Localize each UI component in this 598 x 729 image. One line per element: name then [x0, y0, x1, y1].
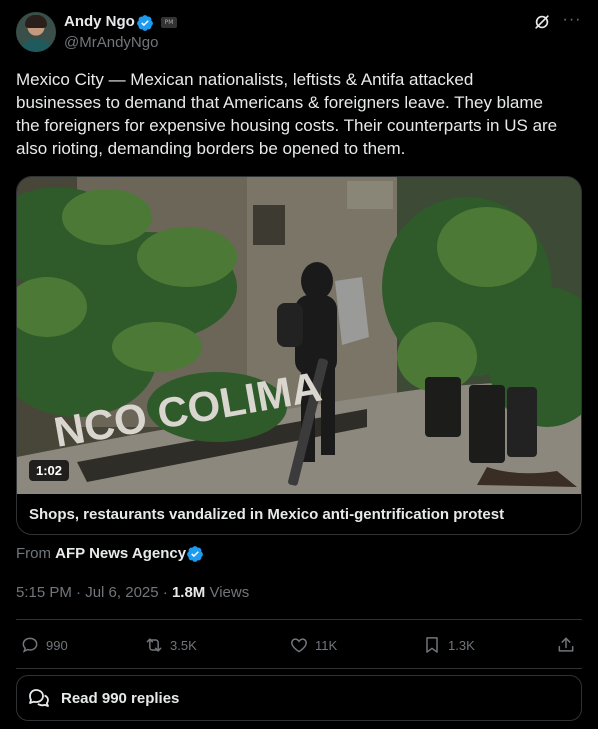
repost-icon — [146, 638, 162, 652]
more-icon[interactable]: ··· — [562, 12, 582, 32]
views-count: 1.8M — [171, 584, 206, 601]
read-replies-button[interactable]: Read 990 replies — [16, 675, 582, 721]
repost-count: 3.5K — [170, 637, 197, 653]
share-button[interactable] — [556, 635, 582, 655]
divider-bottom — [16, 668, 582, 669]
reply-button[interactable]: 990 — [20, 635, 68, 655]
source-line: From AFP News Agency — [16, 545, 186, 562]
video-card[interactable]: NCO COLIMA 1:02 Shops, restaurants vanda… — [16, 176, 582, 535]
bookmark-count: 1.3K — [448, 637, 475, 653]
author-handle[interactable]: @MrAndyNgo — [64, 34, 158, 51]
tweet-date[interactable]: Jul 6, 2025 — [85, 584, 158, 601]
source-verified-icon — [187, 546, 203, 562]
divider-top — [16, 619, 582, 620]
verified-icon — [137, 15, 153, 31]
source-prefix: From — [16, 545, 51, 562]
avatar[interactable] — [16, 12, 56, 52]
bookmark-icon — [426, 637, 438, 653]
meta-separator: · — [71, 584, 86, 601]
source-name[interactable]: AFP News Agency — [55, 545, 186, 562]
tweet-text: Mexico City — Mexican nationalists, left… — [16, 70, 558, 158]
repost-button[interactable]: 3.5K — [144, 635, 197, 655]
tweet-header: Andy Ngo PM @MrAndyNgo ··· — [16, 12, 582, 56]
tweet-time[interactable]: 5:15 PM — [16, 584, 72, 601]
like-button[interactable]: 11K — [289, 635, 337, 655]
views-label: Views — [209, 584, 250, 601]
grok-icon[interactable] — [532, 12, 552, 32]
card-title[interactable]: Shops, restaurants vandalized in Mexico … — [29, 506, 504, 523]
author-name[interactable]: Andy Ngo — [64, 13, 135, 30]
affiliate-badge: PM — [161, 17, 177, 28]
tweet-meta: 5:15 PM · Jul 6, 2025 · 1.8M Views — [16, 584, 249, 601]
action-bar: 990 3.5K 11K 1.3K — [16, 622, 582, 668]
conversation-icon — [29, 689, 49, 707]
video-duration: 1:02 — [29, 460, 70, 481]
reply-icon — [22, 637, 38, 653]
share-icon — [558, 637, 574, 652]
video-player[interactable]: NCO COLIMA — [17, 177, 581, 494]
read-replies-label: Read 990 replies — [61, 689, 180, 707]
meta-separator-2: · — [158, 584, 172, 601]
reply-count: 990 — [46, 637, 68, 653]
video-thumbnail: NCO COLIMA — [17, 177, 581, 494]
like-icon — [291, 638, 307, 653]
like-count: 11K — [315, 637, 338, 653]
bookmark-button[interactable]: 1.3K — [422, 635, 475, 655]
